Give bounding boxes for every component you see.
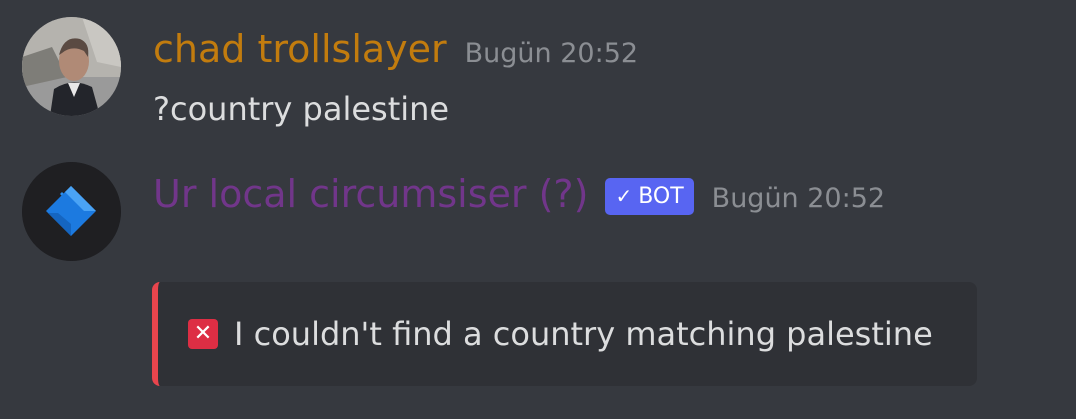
error-embed: ✕ I couldn't find a country matching pal… [152, 282, 977, 386]
bot-username[interactable]: Ur local circumsiser (?) [153, 172, 588, 216]
timestamp: Bugün 20:52 [711, 183, 886, 214]
bot-badge: ✓ BOT [605, 177, 694, 215]
user-avatar-photo [22, 17, 121, 116]
username[interactable]: chad trollslayer [153, 27, 447, 71]
verified-check-icon: ✓ [615, 184, 633, 208]
user-avatar[interactable] [22, 17, 121, 116]
bot-logo-icon [22, 162, 121, 261]
message-content: ?country palestine [153, 90, 450, 128]
bot-badge-label: BOT [638, 183, 684, 209]
timestamp: Bugün 20:52 [464, 38, 639, 69]
embed-text: I couldn't find a country matching pales… [234, 315, 933, 353]
x-mark-icon: ✕ [188, 319, 218, 349]
bot-avatar[interactable] [22, 162, 121, 261]
